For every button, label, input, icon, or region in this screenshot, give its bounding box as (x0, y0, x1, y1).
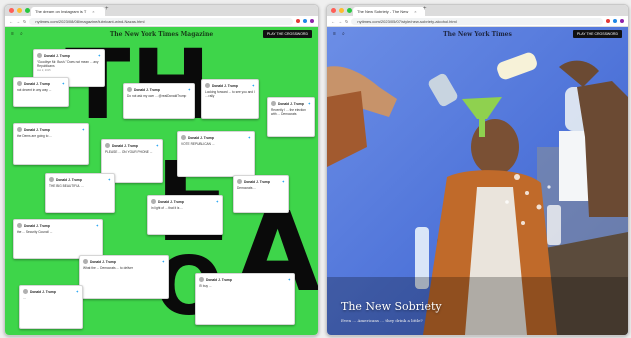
new-tab-icon[interactable]: + (423, 6, 427, 12)
twitter-bird-icon: ✦ (61, 81, 65, 86)
tweet-card[interactable]: Donald J. Trump ✦ In light of ... that it… (147, 195, 223, 235)
forward-icon[interactable]: → (16, 19, 20, 24)
tweet-card[interactable]: Donald J. Trump ✦ Recently I ... the elec… (267, 97, 315, 137)
close-window-icon[interactable] (331, 8, 336, 13)
twitter-bird-icon: ✦ (107, 177, 111, 182)
tweet-card[interactable]: Donald J. Trump ✦ not decent in any way .… (13, 77, 69, 107)
minimize-window-icon[interactable] (17, 8, 22, 13)
tweet-card[interactable]: Donald J. Trump ✦ Democrats ... (233, 175, 289, 213)
title-bar: The New Sobriety - The New × + (327, 5, 628, 16)
avatar (271, 101, 276, 106)
twitter-bird-icon: ✦ (287, 277, 291, 282)
play-crossword-button[interactable]: PLAY THE CROSSWORD (262, 30, 312, 38)
article-subheadline: Even ... Americans ... they drink a litt… (341, 318, 423, 323)
page-header: ≡ ⌕ The New York Times PLAY THE CROSSWOR… (327, 27, 628, 41)
menu-icon[interactable]: ≡ (333, 31, 336, 37)
menu-icon[interactable]: ≡ (11, 31, 14, 37)
reload-icon[interactable]: ↻ (345, 19, 348, 24)
extension-icon[interactable] (606, 19, 610, 23)
reload-icon[interactable]: ↻ (23, 19, 26, 24)
avatar (237, 179, 242, 184)
avatar (23, 289, 28, 294)
search-icon[interactable]: ⌕ (342, 31, 345, 37)
tab-title: The New Sobriety - The New (357, 9, 409, 14)
extension-icon[interactable] (303, 19, 307, 23)
browser-tab[interactable]: The dream on Instagram is T × (31, 7, 105, 16)
twitter-bird-icon: ✦ (307, 101, 311, 106)
extension-icon[interactable] (296, 19, 300, 23)
avatar (17, 223, 22, 228)
browser-window-left: The dream on Instagram is T × + ← → ↻ nyt… (4, 4, 319, 336)
address-bar[interactable]: nytimes.com/2023/08/08/magazine/lubrican… (29, 17, 293, 25)
tab-title: The dream on Instagram is T (35, 9, 87, 14)
avatar (37, 53, 42, 58)
back-icon[interactable]: ← (331, 19, 335, 24)
masthead[interactable]: The New York Times (443, 31, 512, 38)
forward-icon[interactable]: → (338, 19, 342, 24)
new-tab-icon[interactable]: + (105, 6, 109, 12)
twitter-bird-icon: ✦ (187, 87, 191, 92)
address-bar[interactable]: nytimes.com/2023/05/07/style/new-sobriet… (351, 17, 603, 25)
twitter-bird-icon: ✦ (251, 83, 255, 88)
maximize-window-icon[interactable] (347, 8, 352, 13)
tab-close-icon[interactable]: × (414, 9, 416, 14)
tweet-card[interactable]: Donald J. Trump ✦ THE BIG BEAUTIFUL ... (45, 173, 115, 213)
hero-photo-illustration (327, 52, 628, 335)
page-content: ≡ ⌕ The New York Times PLAY THE CROSSWOR… (327, 27, 628, 335)
avatar (127, 87, 132, 92)
tab-close-icon[interactable]: × (92, 9, 94, 14)
avatar (181, 135, 186, 140)
play-crossword-button[interactable]: PLAY THE CROSSWORD (572, 30, 622, 38)
close-window-icon[interactable] (9, 8, 14, 13)
tweet-card[interactable]: Donald J. Trump ✦ What the ... Democrats … (79, 255, 169, 299)
navigation-bar: ← → ↻ nytimes.com/2023/08/08/magazine/lu… (5, 16, 318, 27)
twitter-bird-icon: ✦ (215, 199, 219, 204)
hero-photo (327, 27, 628, 335)
avatar (49, 177, 54, 182)
twitter-bird-icon: ✦ (75, 289, 79, 294)
browser-tab[interactable]: The New Sobriety - The New × (353, 7, 425, 16)
title-bar: The dream on Instagram is T × + (5, 5, 318, 16)
tweet-card[interactable]: Donald J. Trump ✦ the ... Security Counci… (13, 219, 103, 259)
twitter-bird-icon: ✦ (247, 135, 251, 140)
avatar (83, 259, 88, 264)
avatar (199, 277, 204, 282)
tweet-card[interactable]: Donald J. Trump ✦ VOTE REPUBLICAN ... (177, 131, 255, 177)
screen: The dream on Instagram is T × + ← → ↻ nyt… (0, 0, 631, 338)
profile-icon[interactable] (620, 19, 624, 23)
twitter-bird-icon: ✦ (81, 127, 85, 132)
avatar (205, 83, 210, 88)
page-content: ≡ ⌕ The New York Times Magazine PLAY THE… (5, 27, 318, 335)
minimize-window-icon[interactable] (339, 8, 344, 13)
twitter-bird-icon: ✦ (97, 53, 101, 58)
search-icon[interactable]: ⌕ (20, 31, 23, 37)
tweet-card[interactable]: Donald J. Trump ✦ I'll buy ... (195, 273, 295, 325)
twitter-bird-icon: ✦ (161, 259, 165, 264)
back-icon[interactable]: ← (9, 19, 13, 24)
avatar (105, 143, 110, 148)
avatar (151, 199, 156, 204)
tweet-card[interactable]: Donald J. Trump ✦ Looking forward ... to … (201, 79, 259, 119)
twitter-bird-icon: ✦ (155, 143, 159, 148)
tweet-card[interactable]: Donald J. Trump ✦ the Dems are going to .… (13, 123, 89, 165)
navigation-bar: ← → ↻ nytimes.com/2023/05/07/style/new-s… (327, 16, 628, 27)
extension-icon[interactable] (613, 19, 617, 23)
avatar (17, 127, 22, 132)
twitter-bird-icon: ✦ (281, 179, 285, 184)
avatar (17, 81, 22, 86)
tweet-card[interactable]: Donald J. Trump ✦ ... (19, 285, 83, 329)
twitter-bird-icon: ✦ (95, 223, 99, 228)
browser-window-right: The New Sobriety - The New × + ← → ↻ nyti… (326, 4, 629, 336)
article-headline: The New Sobriety (341, 300, 442, 313)
tweet-card[interactable]: Donald J. Trump ✦ Do not ask my own ... @… (123, 83, 195, 119)
profile-icon[interactable] (310, 19, 314, 23)
maximize-window-icon[interactable] (25, 8, 30, 13)
